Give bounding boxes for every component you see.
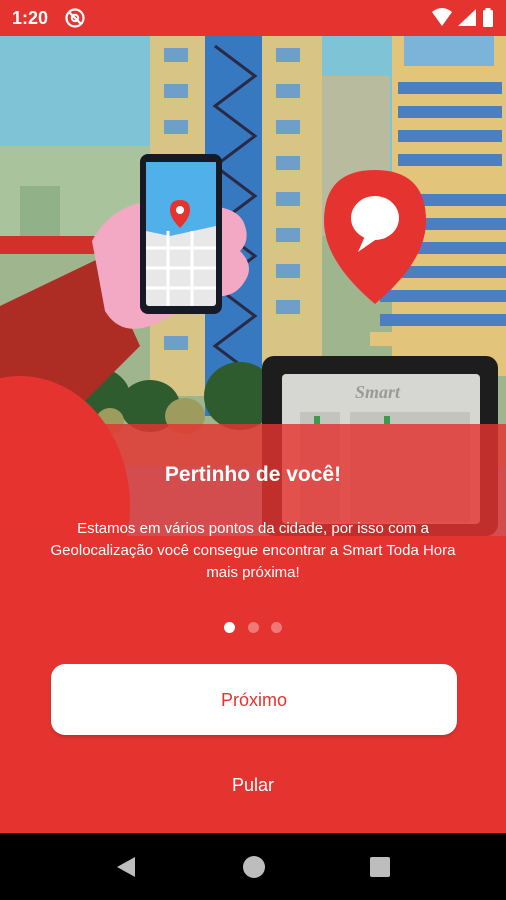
onboarding-title: Pertinho de você!	[164, 463, 342, 486]
status-icons	[432, 8, 493, 27]
phone-map-icon	[140, 154, 222, 314]
page-dot-2	[247, 622, 259, 633]
page-dot-1	[224, 622, 236, 633]
recents-icon[interactable]	[369, 856, 391, 878]
onboarding-illustration: Smart	[0, 36, 506, 536]
city-scene: Smart	[0, 36, 506, 536]
system-nav-bar	[0, 833, 506, 900]
status-bar: 1:20	[0, 0, 506, 36]
skip-button[interactable]: Pular	[203, 768, 303, 802]
page-dot-3	[270, 622, 282, 633]
status-time: 1:20	[12, 8, 49, 28]
next-button[interactable]: Próximo	[51, 664, 457, 735]
dnd-icon	[65, 8, 85, 28]
home-icon[interactable]	[242, 855, 266, 879]
signal-icon	[458, 9, 476, 26]
battery-icon	[483, 10, 493, 27]
wifi-icon	[432, 8, 452, 26]
page-indicator	[0, 620, 506, 638]
back-icon[interactable]	[114, 855, 138, 879]
onboarding-description: Estamos em vários pontos da cidade, por …	[50, 520, 456, 581]
kiosk-brand: Smart	[355, 382, 401, 402]
